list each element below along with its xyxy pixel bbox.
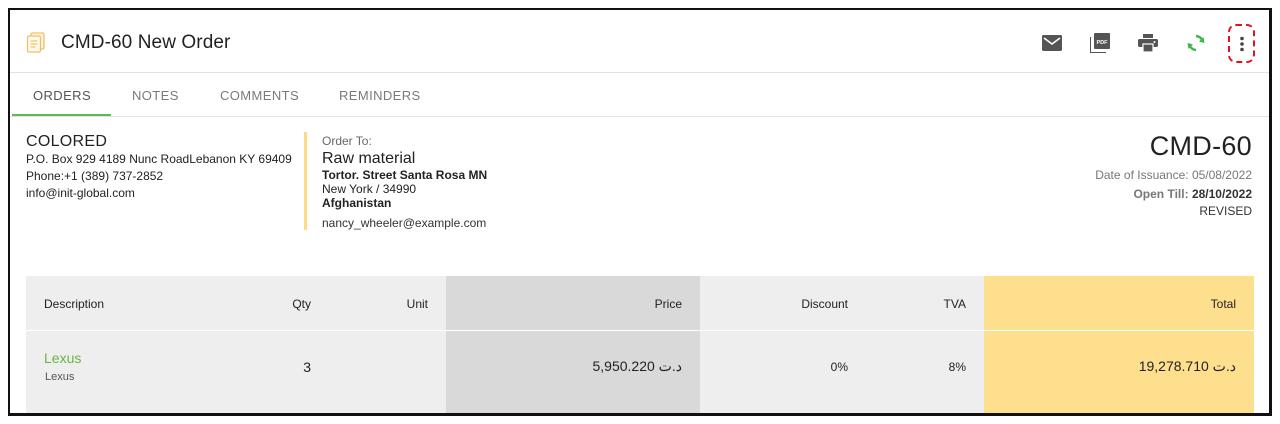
tab-reminders[interactable]: REMINDERS (339, 88, 421, 103)
item-name-link[interactable]: Lexus (44, 350, 81, 366)
header-qty: Qty (292, 297, 311, 311)
more-vert-icon (1239, 36, 1244, 51)
refresh-icon[interactable] (1184, 32, 1208, 54)
section-divider (304, 132, 307, 230)
table-header-row: Description Qty Unit Price Discount TVA … (26, 276, 1254, 331)
order-info: CMD-60 Date of Issuance: 05/08/2022 Open… (1095, 130, 1252, 218)
mail-icon[interactable] (1040, 32, 1064, 54)
status-badge: REVISED (1199, 204, 1252, 218)
open-till: Open Till: 28/10/2022 (1095, 187, 1252, 201)
company-name: COLORED (26, 133, 108, 150)
item-tva: 8% (948, 360, 966, 374)
header-description: Description (44, 297, 105, 311)
tab-comments[interactable]: COMMENTS (220, 88, 299, 103)
print-icon[interactable] (1136, 32, 1160, 54)
item-price: د.ت 5,950.220 (592, 358, 683, 374)
order-code: CMD-60 (1149, 131, 1252, 161)
open-till-label: Open Till: (1133, 187, 1189, 201)
items-table: Description Qty Unit Price Discount TVA … (26, 276, 1254, 413)
company-address: P.O. Box 929 4189 Nunc RoadLebanon KY 69… (26, 152, 292, 166)
svg-text:PDF: PDF (1097, 40, 1109, 46)
header-unit: Unit (406, 297, 428, 311)
document-icon (26, 32, 46, 54)
client-email: nancy_wheeler@example.com (322, 216, 487, 230)
item-qty: 3 (303, 359, 311, 375)
client-city: New York / 34990 (322, 182, 417, 196)
item-discount: 0% (830, 360, 848, 374)
open-till-value: 28/10/2022 (1191, 187, 1252, 201)
item-subtitle: Lexus (45, 371, 75, 383)
header-tva: TVA (943, 297, 966, 311)
page-title: CMD-60 New Order (61, 32, 231, 53)
header-bar: CMD-60 New Order PDF (10, 10, 1269, 73)
tab-notes[interactable]: NOTES (132, 88, 179, 103)
company-email: info@init-global.com (26, 186, 135, 200)
pdf-icon[interactable]: PDF (1088, 32, 1112, 54)
more-options-button[interactable] (1228, 24, 1255, 63)
issuance-date: Date of Issuance: 05/08/2022 (1095, 168, 1252, 182)
tab-bar: ORDERS NOTES COMMENTS REMINDERS (10, 73, 1269, 117)
client-name: Raw material (322, 150, 416, 167)
client-street: Tortor. Street Santa Rosa MN (322, 168, 488, 182)
tab-orders[interactable]: ORDERS (33, 88, 91, 103)
order-window: CMD-60 New Order PDF ORDERS NOTES COMMEN… (8, 8, 1272, 416)
client-country: Afghanistan (322, 196, 392, 210)
active-tab-indicator (12, 114, 111, 116)
header-total: Total (1210, 297, 1236, 311)
table-row: Lexus Lexus 3 د.ت 5,950.220 0% 8% د.ت 19… (26, 332, 1254, 413)
order-to-label: Order To: (322, 134, 372, 148)
item-total: د.ت 19,278.710 (1138, 358, 1236, 374)
header-price: Price (654, 297, 682, 311)
company-phone: Phone:+1 (389) 737-2852 (26, 169, 164, 183)
header-discount: Discount (801, 297, 848, 311)
